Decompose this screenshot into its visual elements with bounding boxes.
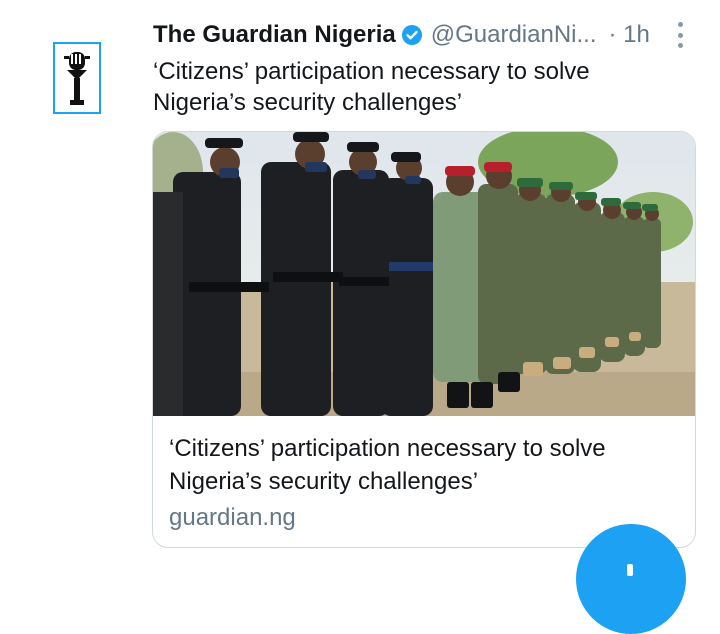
- display-name[interactable]: The Guardian Nigeria: [153, 21, 396, 49]
- card-title[interactable]: ‘Citizens’ participation necessary to so…: [169, 432, 679, 498]
- user-handle[interactable]: @GuardianNi...: [431, 21, 597, 49]
- guardian-logo-icon: [64, 52, 90, 105]
- plus-icon: [627, 564, 633, 576]
- avatar[interactable]: [53, 42, 101, 114]
- verified-badge-icon: [401, 25, 422, 45]
- card-image: [153, 132, 695, 416]
- link-card[interactable]: ‘Citizens’ participation necessary to so…: [152, 131, 696, 548]
- timestamp[interactable]: · 1h: [608, 21, 649, 49]
- more-vertical-icon[interactable]: [677, 22, 683, 48]
- card-domain[interactable]: guardian.ng: [169, 504, 296, 532]
- compose-tweet-button[interactable]: [576, 524, 686, 634]
- tweet-text: ‘Citizens’ participation necessary to so…: [153, 58, 590, 116]
- tweet-header: The Guardian Nigeria @GuardianNi... · 1h: [153, 18, 693, 52]
